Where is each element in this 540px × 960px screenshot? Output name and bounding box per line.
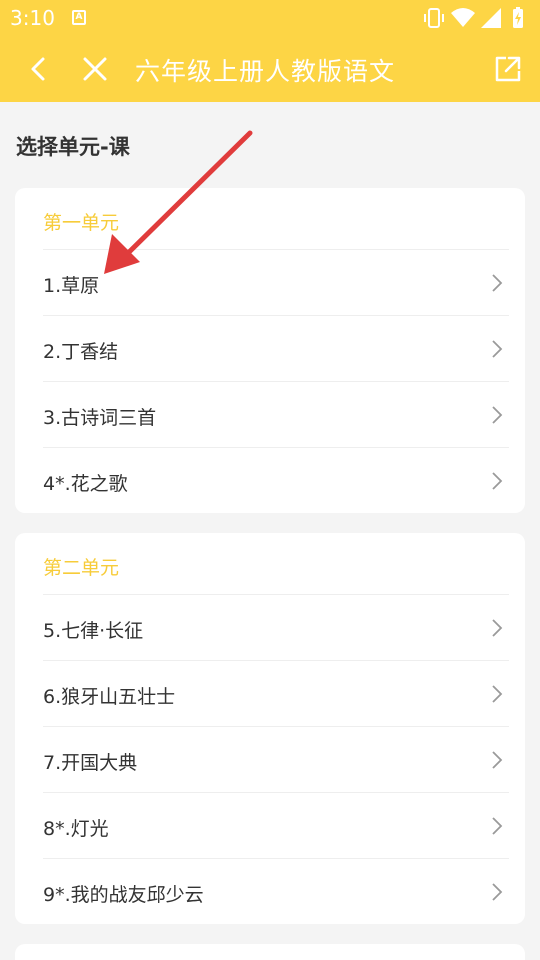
lesson-label: 6.狼牙山五壮士 (43, 686, 176, 708)
lesson-label: 2.丁香结 (43, 341, 119, 363)
signal-icon (481, 8, 501, 28)
lesson-item[interactable]: 7.开国大典 (43, 726, 509, 792)
unit-title: 第二单元 (43, 557, 120, 579)
lesson-label: 4*.花之歌 (43, 473, 128, 495)
lesson-label: 9*.我的战友邱少云 (43, 884, 204, 906)
vibrate-icon (424, 8, 444, 28)
lesson-item[interactable]: 3.古诗词三首 (43, 381, 509, 447)
back-button[interactable] (18, 49, 58, 89)
page-title: 六年级上册人教版语文 (135, 57, 396, 86)
lesson-item[interactable]: 2.丁香结 (43, 315, 509, 381)
chevron-right-icon (492, 406, 503, 424)
lesson-label: 3.古诗词三首 (43, 407, 157, 429)
lesson-label: 1.草原 (43, 275, 100, 297)
chevron-right-icon (492, 619, 503, 637)
chevron-right-icon (492, 274, 503, 292)
close-icon (83, 57, 107, 81)
lesson-item[interactable]: 5.七律·长征 (43, 594, 509, 660)
lesson-label: 5.七律·长征 (43, 620, 144, 642)
wifi-icon (451, 8, 475, 27)
lesson-label: 8*.灯光 (43, 818, 109, 840)
close-button[interactable] (75, 49, 115, 89)
share-button[interactable] (488, 49, 528, 89)
chevron-left-icon (31, 57, 45, 81)
section-title: 选择单元-课 (16, 135, 130, 159)
chevron-right-icon (492, 685, 503, 703)
chevron-right-icon (492, 340, 503, 358)
chevron-right-icon (492, 817, 503, 835)
unit-card-partial (15, 944, 525, 960)
lesson-item[interactable]: 9*.我的战友邱少云 (43, 858, 509, 924)
unit-card: 第一单元 1.草原 2.丁香结 3.古诗词三首 4*.花之歌 (15, 188, 525, 513)
chevron-right-icon (492, 751, 503, 769)
lesson-label: 7.开国大典 (43, 752, 138, 774)
toolbar: 六年级上册人教版语文 (0, 36, 540, 102)
chevron-right-icon (492, 883, 503, 901)
status-time: 3:10 (10, 6, 55, 30)
lesson-item[interactable]: 6.狼牙山五壮士 (43, 660, 509, 726)
status-icons (422, 6, 532, 30)
status-bar: 3:10 A (0, 0, 540, 36)
notification-icon: A (72, 10, 86, 25)
lesson-item[interactable]: 8*.灯光 (43, 792, 509, 858)
share-icon (495, 56, 521, 82)
chevron-right-icon (492, 472, 503, 490)
unit-card: 第二单元 5.七律·长征 6.狼牙山五壮士 7.开国大典 8*.灯光 9*.我的… (15, 533, 525, 924)
lesson-item[interactable]: 1.草原 (43, 249, 509, 315)
lesson-item[interactable]: 4*.花之歌 (43, 447, 509, 513)
battery-icon (513, 7, 523, 28)
app-header: 3:10 A 六年级上册人教版语文 (0, 0, 540, 102)
unit-title: 第一单元 (43, 212, 120, 234)
